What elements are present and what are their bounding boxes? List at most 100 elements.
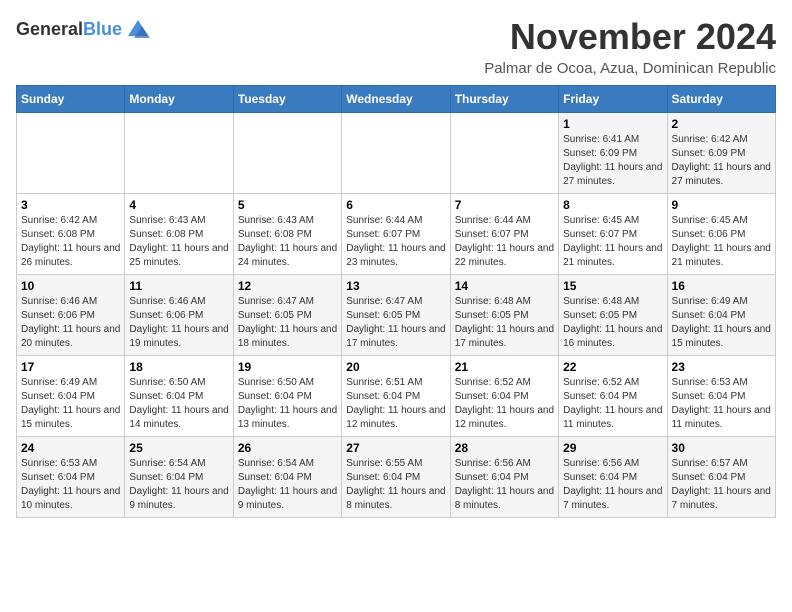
day-number: 21 [455,360,554,374]
day-number: 4 [129,198,228,212]
day-detail: Sunrise: 6:54 AM Sunset: 6:04 PM Dayligh… [129,457,228,513]
day-detail: Sunrise: 6:47 AM Sunset: 6:05 PM Dayligh… [238,295,337,351]
header-row: SundayMondayTuesdayWednesdayThursdayFrid… [17,86,776,113]
calendar-header: SundayMondayTuesdayWednesdayThursdayFrid… [17,86,776,113]
day-detail: Sunrise: 6:48 AM Sunset: 6:05 PM Dayligh… [455,295,554,351]
calendar-cell [125,113,233,194]
calendar-table: SundayMondayTuesdayWednesdayThursdayFrid… [16,85,776,518]
calendar-cell: 20 Sunrise: 6:51 AM Sunset: 6:04 PM Dayli… [342,356,450,437]
calendar-cell: 11Sunrise: 6:46 AM Sunset: 6:06 PM Dayli… [125,275,233,356]
day-number: 15 [563,279,662,293]
day-number: 7 [455,198,554,212]
day-number: 18 [129,360,228,374]
calendar-week-row: 24 Sunrise: 6:53 AM Sunset: 6:04 PM Dayli… [17,437,776,518]
calendar-cell: 3 Sunrise: 6:42 AM Sunset: 6:08 PM Daylig… [17,194,125,275]
day-detail: Sunrise: 6:57 AM Sunset: 6:04 PM Dayligh… [672,457,771,513]
calendar-cell: 22 Sunrise: 6:52 AM Sunset: 6:04 PM Dayli… [559,356,667,437]
day-detail: Sunrise: 6:45 AM Sunset: 6:07 PM Dayligh… [563,214,662,270]
day-detail: Sunrise: 6:55 AM Sunset: 6:04 PM Dayligh… [346,457,445,513]
calendar-cell: 6 Sunrise: 6:44 AM Sunset: 6:07 PM Daylig… [342,194,450,275]
calendar-cell: 15 Sunrise: 6:48 AM Sunset: 6:05 PM Dayli… [559,275,667,356]
calendar-cell: 5 Sunrise: 6:43 AM Sunset: 6:08 PM Daylig… [233,194,341,275]
day-detail: Sunrise: 6:49 AM Sunset: 6:04 PM Dayligh… [672,295,771,351]
day-detail: Sunrise: 6:42 AM Sunset: 6:08 PM Dayligh… [21,214,120,270]
calendar-cell: 17 Sunrise: 6:49 AM Sunset: 6:04 PM Dayli… [17,356,125,437]
calendar-cell: 2 Sunrise: 6:42 AM Sunset: 6:09 PM Daylig… [667,113,775,194]
calendar-cell: 16 Sunrise: 6:49 AM Sunset: 6:04 PM Dayli… [667,275,775,356]
day-detail: Sunrise: 6:52 AM Sunset: 6:04 PM Dayligh… [563,376,662,432]
day-number: 27 [346,441,445,455]
calendar-cell: 28 Sunrise: 6:56 AM Sunset: 6:04 PM Dayli… [450,437,558,518]
day-number: 9 [672,198,771,212]
calendar-cell: 24 Sunrise: 6:53 AM Sunset: 6:04 PM Dayli… [17,437,125,518]
day-number: 10 [21,279,120,293]
day-detail: Sunrise: 6:56 AM Sunset: 6:04 PM Dayligh… [455,457,554,513]
calendar-cell: 8 Sunrise: 6:45 AM Sunset: 6:07 PM Daylig… [559,194,667,275]
title-area: November 2024 Palmar de Ocoa, Azua, Domi… [484,16,776,77]
day-detail: Sunrise: 6:44 AM Sunset: 6:07 PM Dayligh… [455,214,554,270]
day-detail: Sunrise: 6:48 AM Sunset: 6:05 PM Dayligh… [563,295,662,351]
calendar-week-row: 17 Sunrise: 6:49 AM Sunset: 6:04 PM Dayli… [17,356,776,437]
day-detail: Sunrise: 6:43 AM Sunset: 6:08 PM Dayligh… [129,214,228,270]
calendar-cell [233,113,341,194]
calendar-cell [342,113,450,194]
calendar-cell: 4 Sunrise: 6:43 AM Sunset: 6:08 PM Daylig… [125,194,233,275]
day-number: 14 [455,279,554,293]
logo: GeneralBlue [16,16,152,44]
logo-icon [124,16,152,44]
day-number: 23 [672,360,771,374]
day-number: 2 [672,117,771,131]
day-detail: Sunrise: 6:53 AM Sunset: 6:04 PM Dayligh… [21,457,120,513]
calendar-cell: 1Sunrise: 6:41 AM Sunset: 6:09 PM Daylig… [559,113,667,194]
day-number: 22 [563,360,662,374]
day-number: 12 [238,279,337,293]
day-number: 17 [21,360,120,374]
calendar-cell: 19 Sunrise: 6:50 AM Sunset: 6:04 PM Dayli… [233,356,341,437]
calendar-body: 1Sunrise: 6:41 AM Sunset: 6:09 PM Daylig… [17,113,776,518]
calendar-cell: 27 Sunrise: 6:55 AM Sunset: 6:04 PM Dayli… [342,437,450,518]
day-number: 16 [672,279,771,293]
day-detail: Sunrise: 6:52 AM Sunset: 6:04 PM Dayligh… [455,376,554,432]
calendar-cell: 10Sunrise: 6:46 AM Sunset: 6:06 PM Dayli… [17,275,125,356]
day-detail: Sunrise: 6:47 AM Sunset: 6:05 PM Dayligh… [346,295,445,351]
calendar-cell: 9Sunrise: 6:45 AM Sunset: 6:06 PM Daylig… [667,194,775,275]
calendar-cell: 14 Sunrise: 6:48 AM Sunset: 6:05 PM Dayli… [450,275,558,356]
calendar-cell: 13 Sunrise: 6:47 AM Sunset: 6:05 PM Dayli… [342,275,450,356]
calendar-cell [450,113,558,194]
day-number: 8 [563,198,662,212]
day-number: 3 [21,198,120,212]
day-number: 13 [346,279,445,293]
calendar-cell: 30Sunrise: 6:57 AM Sunset: 6:04 PM Dayli… [667,437,775,518]
day-detail: Sunrise: 6:41 AM Sunset: 6:09 PM Dayligh… [563,133,662,189]
calendar-cell: 12 Sunrise: 6:47 AM Sunset: 6:05 PM Dayli… [233,275,341,356]
day-number: 25 [129,441,228,455]
day-number: 6 [346,198,445,212]
day-number: 24 [21,441,120,455]
day-detail: Sunrise: 6:51 AM Sunset: 6:04 PM Dayligh… [346,376,445,432]
day-detail: Sunrise: 6:43 AM Sunset: 6:08 PM Dayligh… [238,214,337,270]
day-number: 29 [563,441,662,455]
day-detail: Sunrise: 6:49 AM Sunset: 6:04 PM Dayligh… [21,376,120,432]
day-detail: Sunrise: 6:42 AM Sunset: 6:09 PM Dayligh… [672,133,771,189]
day-number: 19 [238,360,337,374]
day-detail: Sunrise: 6:56 AM Sunset: 6:04 PM Dayligh… [563,457,662,513]
calendar-cell: 18 Sunrise: 6:50 AM Sunset: 6:04 PM Dayli… [125,356,233,437]
calendar-week-row: 3 Sunrise: 6:42 AM Sunset: 6:08 PM Daylig… [17,194,776,275]
month-title: November 2024 [484,16,776,58]
weekday-header: Friday [559,86,667,113]
weekday-header: Saturday [667,86,775,113]
calendar-cell [17,113,125,194]
day-number: 28 [455,441,554,455]
header: GeneralBlue November 2024 Palmar de Ocoa… [16,16,776,77]
day-detail: Sunrise: 6:50 AM Sunset: 6:04 PM Dayligh… [129,376,228,432]
weekday-header: Monday [125,86,233,113]
weekday-header: Wednesday [342,86,450,113]
logo-text: GeneralBlue [16,20,122,40]
weekday-header: Tuesday [233,86,341,113]
day-number: 11 [129,279,228,293]
day-number: 20 [346,360,445,374]
weekday-header: Sunday [17,86,125,113]
day-number: 5 [238,198,337,212]
day-detail: Sunrise: 6:50 AM Sunset: 6:04 PM Dayligh… [238,376,337,432]
day-detail: Sunrise: 6:44 AM Sunset: 6:07 PM Dayligh… [346,214,445,270]
